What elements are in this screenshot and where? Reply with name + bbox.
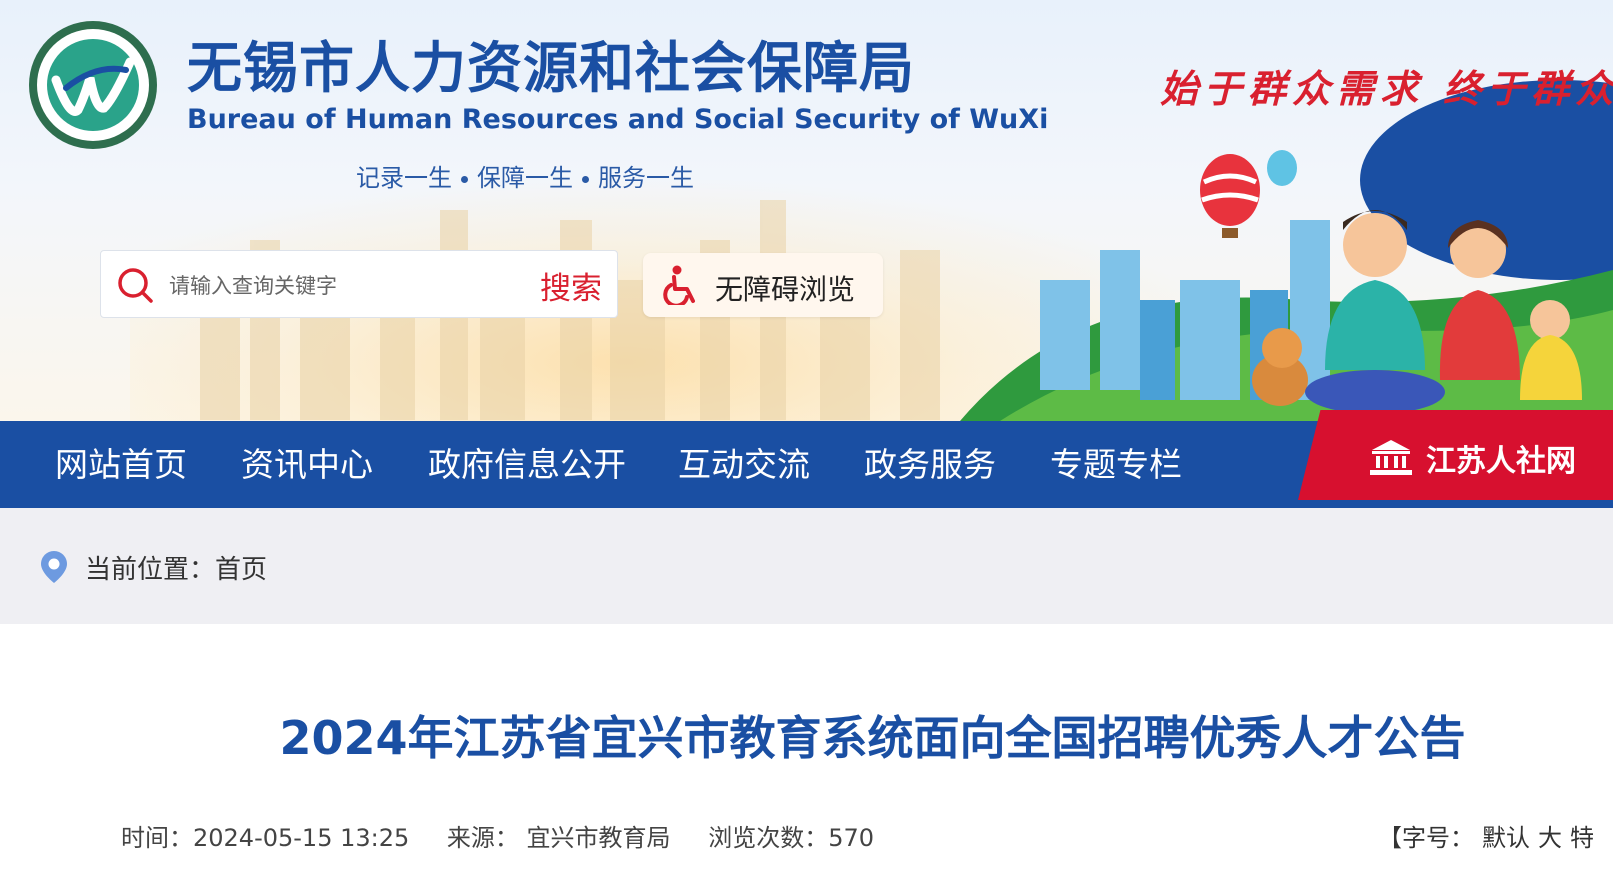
site-title: 无锡市人力资源和社会保障局 xyxy=(187,36,916,100)
tagline-item: 服务一生 xyxy=(598,164,694,192)
tagline-dot xyxy=(582,175,589,183)
government-building-icon xyxy=(1370,440,1412,475)
search-button[interactable]: 搜索 xyxy=(526,261,616,309)
accessibility-button[interactable]: 无障碍浏览 xyxy=(643,253,883,317)
accessibility-label: 无障碍浏览 xyxy=(715,273,856,306)
external-link-label: 江苏人社网 xyxy=(1426,444,1576,479)
search-icon xyxy=(118,268,153,303)
header-banner: 无锡市人力资源和社会保障局 Bureau of Human Resources … xyxy=(0,0,1613,421)
article-source: 来源： 宜兴市教育局 xyxy=(446,824,671,852)
site-subtitle: Bureau of Human Resources and Social Sec… xyxy=(187,104,1049,135)
article-title: 2024年江苏省宜兴市教育系统面向全国招聘优秀人才公告 xyxy=(279,711,1466,765)
nav-item-services[interactable]: 政务服务 xyxy=(864,421,996,508)
font-size-prefix: 【字号： xyxy=(1378,824,1474,852)
nav-item-news[interactable]: 资讯中心 xyxy=(241,421,373,508)
font-size-xlarge[interactable]: 特 xyxy=(1570,824,1594,852)
tagline: 记录一生 保障一生 服务一生 xyxy=(356,158,694,193)
search-box: 搜索 xyxy=(100,250,618,318)
wheelchair-icon xyxy=(663,265,695,305)
nav-item-special[interactable]: 专题专栏 xyxy=(1050,421,1182,508)
breadcrumb: 当前位置：首页 xyxy=(85,555,268,585)
nav-item-interaction[interactable]: 互动交流 xyxy=(678,421,810,508)
slogan: 始于群众需求 终于群众 xyxy=(1160,66,1613,111)
font-size-control: 【字号： 默认大特 xyxy=(1378,818,1594,853)
tagline-item: 保障一生 xyxy=(477,164,573,192)
article-views: 浏览次数：570 xyxy=(708,824,875,852)
font-size-large[interactable]: 大 xyxy=(1538,824,1562,852)
tagline-item: 记录一生 xyxy=(356,164,452,192)
bureau-logo xyxy=(29,21,157,149)
tagline-dot xyxy=(461,175,468,183)
search-input[interactable] xyxy=(167,265,521,307)
article-meta: 时间：2024-05-15 13:25 来源： 宜兴市教育局 浏览次数：570 xyxy=(121,818,904,853)
family-illustration xyxy=(960,150,1613,421)
location-pin-icon xyxy=(41,551,67,583)
font-size-default[interactable]: 默认 xyxy=(1482,824,1530,852)
article-time: 时间：2024-05-15 13:25 xyxy=(121,824,410,852)
nav-item-home[interactable]: 网站首页 xyxy=(55,421,187,508)
nav-item-gov-info[interactable]: 政府信息公开 xyxy=(428,421,626,508)
